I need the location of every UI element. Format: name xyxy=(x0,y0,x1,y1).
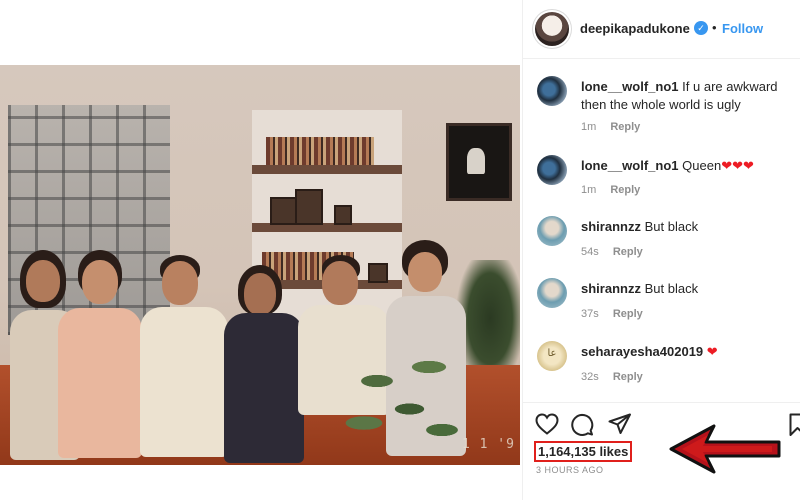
comment-meta: 1m Reply xyxy=(581,121,640,133)
comment-text: lone__wolf_no1 Queen❤❤❤ xyxy=(581,157,796,175)
comment-meta: 54s Reply xyxy=(581,246,643,258)
author-avatar[interactable] xyxy=(535,12,569,46)
comment-time: 32s xyxy=(581,371,599,383)
comment-meta: 37s Reply xyxy=(581,308,643,320)
comment-body: But black xyxy=(644,219,699,234)
post-header: deepikapadukone ✓ • Follow xyxy=(523,0,800,59)
heart-emoji: ❤❤❤ xyxy=(721,158,754,173)
person xyxy=(224,265,304,465)
bookmark-icon[interactable] xyxy=(789,413,800,437)
post-photo[interactable]: 1 1 '9 xyxy=(0,65,520,465)
comment-text: lone__wolf_no1 If u are awkward then the… xyxy=(581,78,796,114)
comment-username[interactable]: shirannzz xyxy=(581,281,641,296)
photo-frame xyxy=(334,205,352,225)
follow-button[interactable]: Follow xyxy=(722,21,763,36)
commenter-avatar[interactable] xyxy=(537,76,567,106)
person xyxy=(140,255,228,465)
commenter-avatar[interactable] xyxy=(537,216,567,246)
author-username[interactable]: deepikapadukone xyxy=(580,21,690,36)
comment-time: 37s xyxy=(581,308,599,320)
comment-text: seharayesha402019 ❤ xyxy=(581,343,796,361)
comment-username[interactable]: seharayesha402019 xyxy=(581,344,703,359)
commenter-avatar[interactable]: ﻋﺎ xyxy=(537,341,567,371)
commenter-avatar[interactable] xyxy=(537,155,567,185)
framed-artwork xyxy=(446,123,512,201)
post-timestamp[interactable]: 3 HOURS AGO xyxy=(536,465,604,475)
photo-date-stamp: 1 1 '9 xyxy=(462,437,515,452)
comment-body: Queen xyxy=(682,158,722,173)
reply-button[interactable]: Reply xyxy=(613,246,643,258)
shelf xyxy=(252,165,402,174)
separator-dot: • xyxy=(712,20,717,35)
comment-item: lone__wolf_no1 If u are awkward then the… xyxy=(523,76,800,136)
reply-button[interactable]: Reply xyxy=(613,308,643,320)
comment-time: 1m xyxy=(581,121,597,133)
share-icon[interactable] xyxy=(608,413,632,435)
comment-body: But black xyxy=(644,281,699,296)
reply-button[interactable]: Reply xyxy=(610,121,640,133)
reply-button[interactable]: Reply xyxy=(610,184,640,196)
annotation-arrow-icon xyxy=(669,424,781,474)
comment-item: shirannzz But black 54s Reply xyxy=(523,216,800,276)
comment-username[interactable]: lone__wolf_no1 xyxy=(581,158,679,173)
comment-meta: 1m Reply xyxy=(581,184,640,196)
comment-time: 54s xyxy=(581,246,599,258)
comment-item: ﻋﺎ seharayesha402019 ❤ 32s Reply xyxy=(523,341,800,401)
heart-icon[interactable] xyxy=(535,413,559,435)
reply-button[interactable]: Reply xyxy=(613,371,643,383)
comment-item: lone__wolf_no1 Queen❤❤❤ 1m Reply xyxy=(523,155,800,215)
person xyxy=(58,250,142,465)
avatar-calligraphy: ﻋﺎ xyxy=(547,348,557,359)
heart-emoji: ❤ xyxy=(706,344,718,359)
likes-count[interactable]: 1,164,135 likes xyxy=(534,441,633,462)
potted-plant xyxy=(338,325,468,465)
comment-time: 1m xyxy=(581,184,597,196)
comment-text: shirannzz But black xyxy=(581,218,796,236)
comment-text: shirannzz But black xyxy=(581,280,796,298)
photo-frame xyxy=(295,189,323,225)
comment-item: shirannzz But black 37s Reply xyxy=(523,278,800,338)
comment-icon[interactable] xyxy=(570,413,594,437)
commenter-avatar[interactable] xyxy=(537,278,567,308)
comment-username[interactable]: lone__wolf_no1 xyxy=(581,79,679,94)
verified-badge-icon: ✓ xyxy=(694,21,708,35)
comment-username[interactable]: shirannzz xyxy=(581,219,641,234)
comment-meta: 32s Reply xyxy=(581,371,643,383)
books xyxy=(266,137,374,165)
